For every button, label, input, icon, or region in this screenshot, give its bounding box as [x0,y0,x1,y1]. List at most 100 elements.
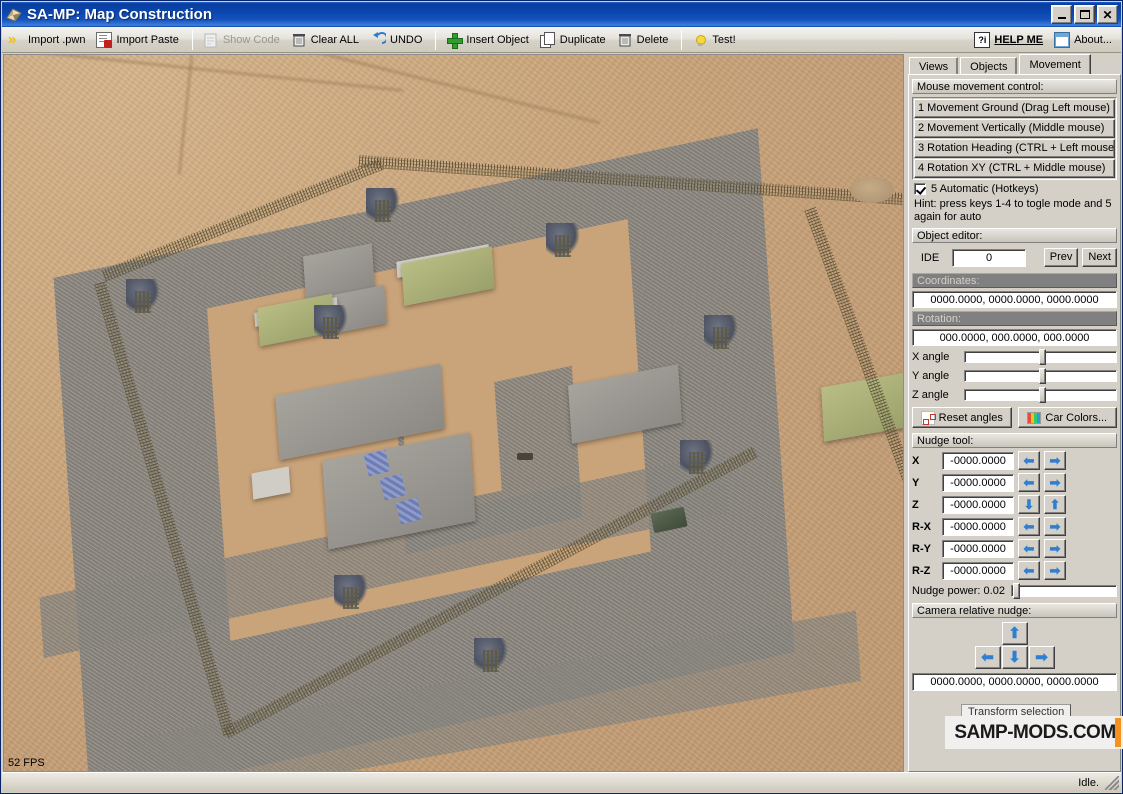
nudge-power-row: Nudge power: 0.02 [912,583,1117,599]
camera-nudge-right-button[interactable]: ➡ [1028,646,1055,669]
nudge-y-right-button[interactable]: ➡ [1044,473,1066,492]
window-controls: ✕ [1051,5,1118,24]
nudge-ry-right-button[interactable]: ➡ [1044,539,1066,558]
nudge-label-z: Z [912,498,919,511]
nudge-input-rx[interactable]: -0000.0000 [942,517,1014,536]
camera-nudge-value[interactable]: 0000.0000, 0000.0000, 0000.0000 [912,673,1117,691]
nudge-row-x: X -0000.0000 ⬅ ➡ [912,451,1117,470]
toolbar-button-duplicate[interactable]: Duplicate [536,29,613,51]
toolbar-button-import-paste[interactable]: Import Paste [92,29,185,51]
camera-nudge-left-button[interactable]: ⬅ [974,646,1001,669]
next-button[interactable]: Next [1082,248,1117,267]
application-window: SA-MP: Map Construction ✕ » Import .pwn … [0,0,1123,794]
angle-actions-row: Reset angles Car Colors... [912,407,1117,428]
nudge-power-slider[interactable] [1010,583,1117,599]
nudge-x-right-button[interactable]: ➡ [1044,451,1066,470]
toolbar-button-import-pwn[interactable]: » Import .pwn [4,29,92,51]
rotation-value[interactable]: 000.0000, 000.0000, 000.0000 [912,329,1117,346]
3d-viewport[interactable]: 52 FPS [3,54,904,772]
automatic-checkbox[interactable] [914,183,926,195]
z-angle-slider[interactable] [964,387,1117,403]
toolbar-button-undo[interactable]: UNDO [366,29,429,51]
arrow-right-icon: ➡ [1049,519,1061,534]
lightbulb-icon [692,32,708,48]
arrow-right-icon: ➡ [1035,649,1048,666]
resize-grip-icon[interactable] [1105,776,1119,790]
nudge-rx-right-button[interactable]: ➡ [1044,517,1066,536]
movement-mode-ground[interactable]: 1 Movement Ground (Drag Left mouse) [914,99,1115,118]
nudge-z-up-button[interactable]: ⬆ [1044,495,1066,514]
nudge-input-y[interactable]: -0000.0000 [942,473,1014,492]
toolbar-label: Import Paste [116,33,179,46]
watermark-accent-bar [1115,718,1121,747]
nudge-input-z[interactable]: -0000.0000 [942,495,1014,514]
arrow-right-icon: ➡ [1049,453,1061,468]
camera-nudge-down-button[interactable]: ⬇ [1001,646,1028,669]
movement-mode-vertical[interactable]: 2 Movement Vertically (Middle mouse) [914,119,1115,138]
nudge-tool-header: Nudge tool: [912,433,1117,448]
paste-icon [96,31,113,48]
nudge-y-left-button[interactable]: ⬅ [1018,473,1040,492]
nudge-rz-right-button[interactable]: ➡ [1044,561,1066,580]
z-angle-row: Z angle [912,387,1117,403]
toolbar-label: Show Code [222,33,280,46]
tab-objects[interactable]: Objects [960,57,1018,75]
ide-label: IDE [920,251,940,264]
tab-movement[interactable]: Movement [1019,54,1091,75]
guard-tower [680,440,714,474]
automatic-hotkeys-row[interactable]: 5 Automatic (Hotkeys) [914,183,1117,195]
movement-mode-rotation-heading[interactable]: 3 Rotation Heading (CTRL + Left mouse) [914,139,1115,158]
y-angle-slider[interactable] [964,368,1117,384]
panel-tabstrip: Views Objects Movement [906,54,1122,75]
x-angle-label: X angle [912,351,950,363]
coordinates-value[interactable]: 0000.0000, 0000.0000, 0000.0000 [912,291,1117,308]
movement-mode-rotation-xy[interactable]: 4 Rotation XY (CTRL + Middle mouse) [914,159,1115,178]
arrow-left-icon: ⬅ [981,649,994,666]
close-button[interactable]: ✕ [1097,5,1118,24]
toolbar-label: Delete [636,33,669,46]
trash-icon [617,32,633,48]
x-angle-slider[interactable] [964,349,1117,365]
toolbar-button-help[interactable]: ?i HELP ME [970,29,1050,51]
nudge-input-ry[interactable]: -0000.0000 [942,539,1014,558]
reset-angles-label: Reset angles [938,411,1003,424]
nudge-x-left-button[interactable]: ⬅ [1018,451,1040,470]
ide-input[interactable]: 0 [952,248,1026,267]
toolbar-label: UNDO [390,33,423,46]
guard-tower [334,575,368,609]
toolbar-button-test[interactable]: Test! [688,29,742,51]
nudge-label-y: Y [912,476,920,489]
nudge-ry-left-button[interactable]: ⬅ [1018,539,1040,558]
duplicate-icon [539,31,556,48]
toolbar-button-insert-object[interactable]: Insert Object [442,29,535,51]
nudge-input-rz[interactable]: -0000.0000 [942,561,1014,580]
toolbar-label: HELP ME [994,33,1044,46]
nudge-z-down-button[interactable]: ⬇ [1018,495,1040,514]
prev-button[interactable]: Prev [1043,248,1079,267]
nudge-rx-left-button[interactable]: ⬅ [1018,517,1040,536]
camera-nudge-top-row: ⬆ [1001,622,1028,645]
arrow-left-icon: ⬅ [1023,475,1035,490]
nudge-label-rz: R-Z [912,564,931,577]
maximize-button[interactable] [1074,5,1095,24]
fps-counter: 52 FPS [8,757,45,769]
toolbar-button-delete[interactable]: Delete [613,29,676,51]
car-colors-button[interactable]: Car Colors... [1017,407,1117,428]
arrow-down-icon: ⬇ [1023,497,1035,512]
chevrons-icon: » [8,30,16,48]
main-toolbar: » Import .pwn Import Paste Show Code Cle… [2,27,1121,53]
guard-tower [314,305,348,339]
arrow-left-icon: ⬅ [1023,519,1035,534]
nudge-rz-left-button[interactable]: ⬅ [1018,561,1040,580]
minimize-button[interactable] [1051,5,1072,24]
automatic-label: 5 Automatic (Hotkeys) [931,183,1039,195]
toolbar-button-clear-all[interactable]: Clear ALL [287,29,366,51]
camera-nudge-mid-row: ⬅ ⬇ ➡ [974,646,1055,669]
camera-nudge-up-button[interactable]: ⬆ [1001,622,1028,645]
reset-angles-button[interactable]: Reset angles [912,407,1012,428]
nudge-input-x[interactable]: -0000.0000 [942,451,1014,470]
arrow-down-icon: ⬇ [1008,649,1021,666]
tab-views[interactable]: Views [909,57,959,75]
scene-render [4,55,903,771]
toolbar-button-about[interactable]: About... [1050,29,1119,51]
